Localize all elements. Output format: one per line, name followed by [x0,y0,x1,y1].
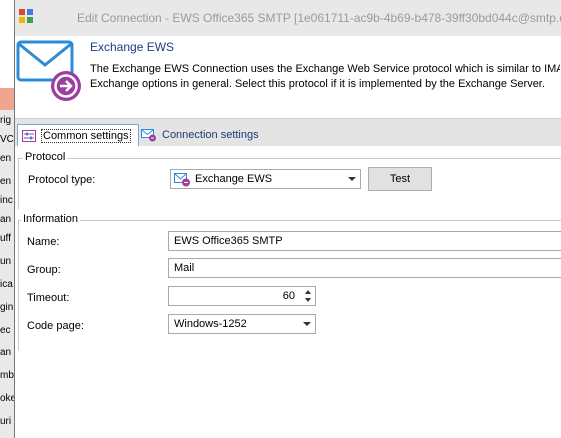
background-app-highlight [0,88,14,110]
background-row: VC [0,134,14,145]
mail-connection-icon [141,129,156,142]
exchange-ews-icon [174,172,190,186]
edit-connection-dialog: Edit Connection - EWS Office365 SMTP [1e… [14,0,561,438]
background-row: ec [0,325,11,336]
background-row: inc [0,195,13,206]
background-row: oke [0,393,14,404]
code-page-dropdown[interactable]: Windows-1252 [168,314,316,334]
timeout-stepper[interactable]: 60 [168,286,316,306]
background-row: rig [0,115,12,126]
protocol-type-value: Exchange EWS [195,173,273,185]
tab-connection-settings[interactable]: Connection settings [137,125,275,145]
sliders-icon [22,130,36,142]
arrow-up-icon[interactable] [305,290,311,294]
group-label: Group: [27,264,61,276]
protocol-type-label: Protocol type: [28,174,96,186]
background-row: en [0,176,12,187]
protocol-type-dropdown[interactable]: Exchange EWS [170,169,361,189]
protocol-group-title: Protocol [23,151,68,163]
group-field[interactable]: Mail [168,258,561,278]
protocol-description-line: Exchange options in general. Select this… [90,78,545,90]
name-field[interactable]: EWS Office365 SMTP [168,231,561,251]
tab-common-settings-label: Common settings [41,129,131,143]
spin-buttons[interactable] [302,288,314,305]
tab-connection-settings-label: Connection settings [162,129,259,141]
timeout-value: 60 [282,290,295,302]
background-row: mb [0,370,14,381]
window-title: Edit Connection - EWS Office365 SMTP [1e… [77,11,561,25]
title-bar[interactable]: Edit Connection - EWS Office365 SMTP [1e… [15,0,561,36]
name-label: Name: [27,236,60,248]
background-app-strip: rig VC en en inc an uff un ica gin ec an… [0,0,15,438]
background-row: an [0,347,12,358]
exchange-mail-icon [15,38,81,104]
background-row: an [0,214,12,225]
test-button[interactable]: Test [368,167,432,191]
protocol-description-line: The Exchange EWS Connection uses the Exc… [90,63,560,75]
background-row: ica [0,279,13,290]
background-app-header [0,0,14,88]
tab-strip: Common settings Connection settings [15,118,561,147]
chevron-down-icon [303,322,311,326]
background-row: uff [0,233,11,244]
protocol-description: The Exchange EWS Connection uses the Exc… [90,62,560,92]
code-page-label: Code page: [27,320,84,332]
protocol-title: Exchange EWS [90,40,175,54]
timeout-label: Timeout: [27,292,70,304]
information-group-title: Information [21,213,81,225]
background-row: un [0,256,12,267]
chevron-down-icon [348,177,356,181]
arrow-down-icon[interactable] [305,298,311,302]
common-settings-panel: Protocol Protocol type: Exchange EWS Tes… [15,146,561,438]
background-row: uri [0,416,12,427]
code-page-value: Windows-1252 [174,318,247,330]
protocol-header: Exchange EWS The Exchange EWS Connection… [15,36,561,118]
background-row: gin [0,302,14,313]
app-icon [19,9,33,23]
tab-common-settings[interactable]: Common settings [17,124,139,147]
background-row: en [0,153,12,164]
